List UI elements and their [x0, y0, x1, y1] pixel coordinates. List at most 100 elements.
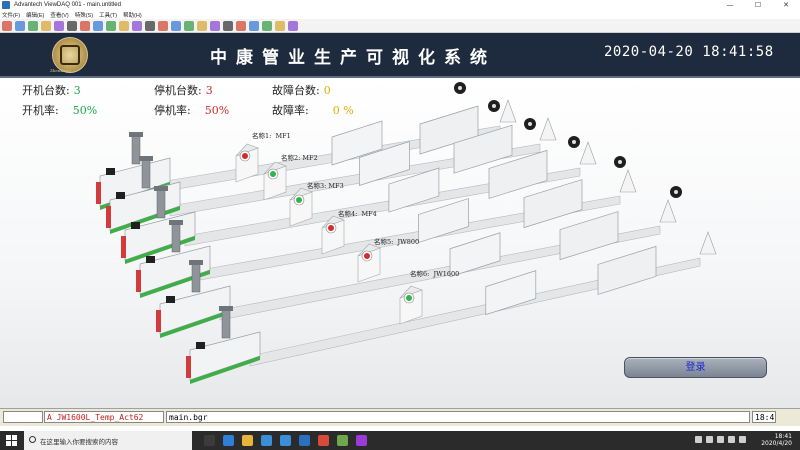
tray-icon[interactable]	[728, 436, 735, 443]
paste-icon[interactable]	[67, 20, 77, 31]
taskbar-clock[interactable]: 18:41 2020/4/20	[761, 433, 792, 447]
extruder-body	[189, 331, 261, 381]
back-icon[interactable]	[197, 20, 207, 31]
toolbar	[0, 19, 800, 33]
print-icon[interactable]	[236, 20, 246, 31]
running-count-stat: 开机台数: 3	[22, 82, 81, 98]
control-monitor	[116, 192, 125, 199]
heater-band	[96, 182, 101, 204]
heater-band	[136, 270, 141, 292]
start-button[interactable]	[6, 435, 17, 446]
settings-icon-hub	[618, 160, 622, 164]
new-icon[interactable]	[2, 20, 12, 31]
menu-tools[interactable]: 工具(T)	[99, 11, 117, 19]
cut-icon[interactable]	[41, 20, 51, 31]
hopper-column	[221, 309, 231, 339]
menu-edit[interactable]: 编辑(E)	[26, 11, 44, 19]
save-icon[interactable]	[28, 20, 38, 31]
control-monitor	[196, 342, 205, 349]
wire-icon[interactable]	[132, 20, 142, 31]
current-datetime: 2020-04-20 18:41:58	[604, 44, 774, 60]
taskbar-time: 18:41	[774, 433, 792, 440]
info-icon[interactable]	[275, 20, 285, 31]
window-title: Advantech ViewDAQ 001 - main.untitled	[14, 2, 121, 8]
heater-band	[106, 206, 111, 228]
hopper-column	[141, 159, 151, 189]
minimize-button[interactable]: —	[716, 0, 744, 10]
cutter-unit	[559, 211, 619, 261]
app-icon[interactable]	[337, 435, 348, 446]
ruler-icon[interactable]	[171, 20, 181, 31]
settings-icon-hub	[572, 140, 576, 144]
find-icon[interactable]	[249, 20, 259, 31]
machine-label-1: 名称1: MF1	[252, 132, 291, 140]
copy-icon[interactable]	[54, 20, 64, 31]
tag-icon[interactable]	[80, 20, 90, 31]
cross-icon[interactable]	[184, 20, 194, 31]
stacker-horn	[659, 199, 677, 223]
settings-icon-hub	[458, 86, 462, 90]
machine-name-6: JW1600	[433, 270, 460, 278]
explorer-icon[interactable]	[242, 435, 253, 446]
login-button[interactable]: 登录	[624, 357, 767, 378]
machine-label-2: 名称2: MF2	[281, 154, 318, 162]
status-lamp-6	[406, 295, 412, 301]
tool-icon[interactable]	[119, 20, 129, 31]
mail-icon[interactable]	[280, 435, 291, 446]
forward-icon[interactable]	[210, 20, 220, 31]
chrome-icon[interactable]	[318, 435, 329, 446]
main-canvas: 开机台数: 3 停机台数: 3 故障台数: 0 开机率: 50% 停机率: 50% 故障率…	[0, 78, 800, 408]
machine-name-3: MF3	[328, 182, 344, 190]
machine-label-5: 名称5: JW800	[374, 238, 420, 246]
stop-icon[interactable]	[106, 20, 116, 31]
menu-help[interactable]: 帮助(H)	[123, 11, 142, 19]
delete-icon[interactable]	[262, 20, 272, 31]
heater-band	[186, 356, 191, 378]
control-monitor	[146, 256, 155, 263]
viewdaq-icon[interactable]	[356, 435, 367, 446]
fault-rate-label: 故障率:	[272, 104, 309, 117]
menu-file[interactable]: 文件(F)	[2, 11, 20, 19]
stopped-count-value: 3	[205, 84, 213, 97]
menu-bar: 文件(F) 编辑(E) 查看(V) 特殊(S) 工具(T) 帮助(H)	[0, 10, 800, 19]
status-lamp-2	[270, 171, 276, 177]
lock-icon[interactable]	[145, 20, 155, 31]
alarm-tag: JW1600L_Temp_Act62	[56, 413, 144, 422]
running-rate-label: 开机率:	[22, 104, 59, 117]
menu-special[interactable]: 特殊(S)	[75, 11, 93, 19]
fault-count-value: 0	[323, 84, 331, 97]
status-lamp-3	[296, 197, 302, 203]
check-icon[interactable]	[158, 20, 168, 31]
fault-count-stat: 故障台数: 0	[272, 82, 331, 98]
stopped-rate-value: 50%	[204, 104, 230, 117]
hopper-cap	[219, 306, 233, 311]
heater-band	[121, 236, 126, 258]
store-icon[interactable]	[261, 435, 272, 446]
cutter-unit	[597, 245, 657, 295]
task-view-icon[interactable]	[204, 435, 215, 446]
menu-view[interactable]: 查看(V)	[50, 11, 68, 19]
tray-icon[interactable]	[706, 436, 713, 443]
maximize-button[interactable]: ☐	[744, 0, 772, 10]
tray-icon[interactable]	[695, 436, 702, 443]
stopped-rate-stat: 停机率: 50%	[154, 102, 229, 118]
alarm-tag-cell[interactable]: A JW1600L_Temp_Act62	[44, 411, 164, 423]
stacker-horn	[699, 231, 717, 255]
open-icon[interactable]	[15, 20, 25, 31]
tray-icon[interactable]	[739, 436, 746, 443]
refresh-icon[interactable]	[223, 20, 233, 31]
hopper-cap	[139, 156, 153, 161]
hopper-column	[171, 223, 181, 253]
stacker-horn	[619, 169, 637, 193]
edge-icon[interactable]	[223, 435, 234, 446]
close-button[interactable]: ✕	[772, 0, 800, 10]
run-icon[interactable]	[93, 20, 103, 31]
window-title-bar: Advantech ViewDAQ 001 - main.untitled — …	[0, 0, 800, 10]
ie-icon[interactable]	[299, 435, 310, 446]
pin-icon[interactable]	[288, 20, 298, 31]
windows-taskbar: 在这里输入你要搜索的内容 18:41 2020/4/20	[0, 431, 800, 450]
tray-icon[interactable]	[717, 436, 724, 443]
search-icon	[29, 436, 36, 443]
taskbar-search[interactable]: 在这里输入你要搜索的内容	[24, 431, 192, 450]
system-tray-icons	[695, 436, 750, 443]
